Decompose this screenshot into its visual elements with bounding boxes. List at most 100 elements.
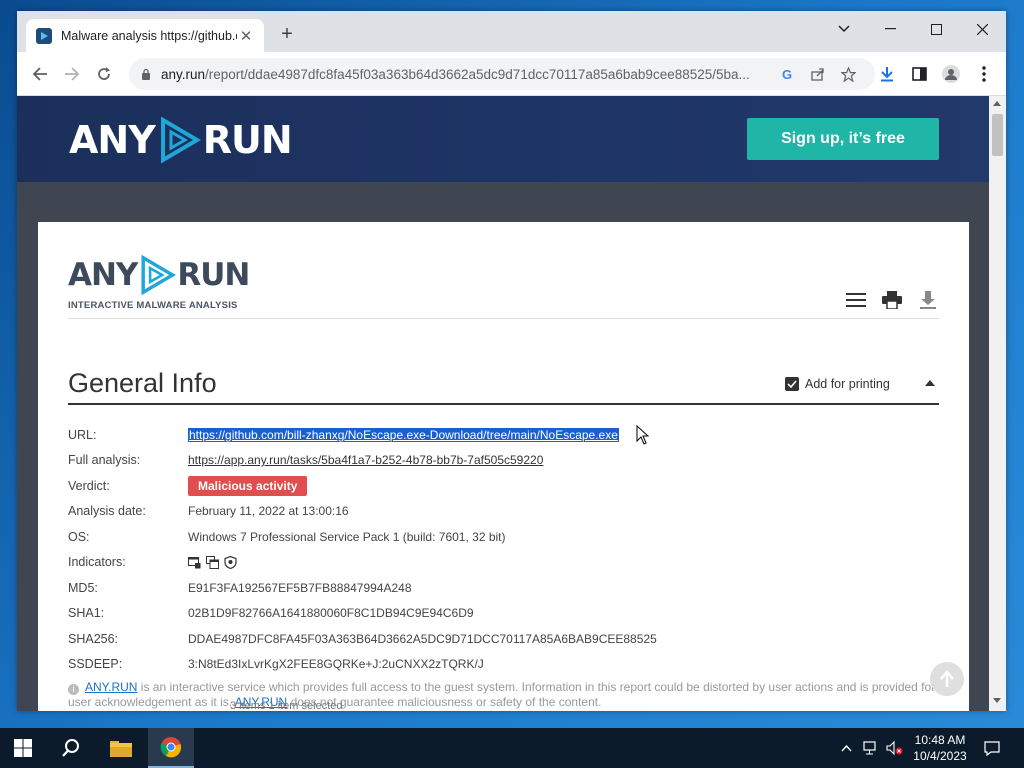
download-report-icon[interactable] (917, 290, 939, 310)
forward-button[interactable] (59, 61, 85, 87)
bookmark-star-icon[interactable] (839, 65, 857, 83)
network-icon[interactable] (860, 728, 882, 768)
site-header: ANY RUN Sign up, it’s free (17, 96, 989, 182)
address-bar[interactable]: any.run/report/ddae4987dfc8fa45f03a363b6… (129, 58, 875, 90)
background-window-status: 3 items 1 item selected (230, 700, 343, 712)
verdict-label: Verdict: (68, 478, 110, 493)
header-divider (68, 318, 939, 319)
tray-overflow-chevron-icon[interactable] (836, 728, 856, 768)
minimize-button[interactable] (868, 15, 912, 43)
download-icon[interactable] (877, 64, 897, 84)
anyrun-favicon-icon (36, 27, 52, 44)
info-row-os: OS: Windows 7 Professional Service Pack … (68, 524, 939, 550)
report-logo-any: ANY (68, 257, 138, 293)
svg-text:G: G (782, 67, 792, 81)
hamburger-menu-icon[interactable] (845, 290, 867, 310)
anyrun-link[interactable]: ANY.RUN (85, 680, 137, 694)
search-button[interactable] (48, 728, 94, 768)
lock-icon (142, 68, 150, 80)
site-logo[interactable]: ANY RUN (69, 116, 293, 164)
md5-label: MD5: (68, 580, 98, 595)
file-explorer-button[interactable] (98, 728, 144, 768)
clock-date: 10/4/2023 (913, 749, 967, 763)
signup-button[interactable]: Sign up, it’s free (747, 118, 939, 160)
taskbar: 10:48 AM 10/4/2023 (0, 728, 1024, 768)
title-bar: Malware analysis https://github.c ✕ + (17, 11, 1006, 52)
reload-button[interactable] (91, 61, 117, 87)
system-clock[interactable]: 10:48 AM 10/4/2023 (905, 732, 975, 764)
collapse-caret-icon[interactable] (925, 380, 935, 386)
scroll-down-arrow-icon[interactable] (993, 698, 1001, 703)
browser-window: Malware analysis https://github.c ✕ + an… (17, 11, 1006, 711)
tab-search-icon[interactable] (822, 15, 866, 43)
ssdeep-value: 3:N8tEd3IxLvrKgX2FEE8GQRKe+J:2uCNXX2zTQR… (188, 657, 484, 672)
checkbox-checked-icon (785, 377, 799, 391)
windows-logo-icon (14, 739, 32, 757)
full-analysis-label: Full analysis: (68, 453, 141, 468)
print-icon[interactable] (881, 290, 903, 310)
url-link[interactable]: https://github.com/bill-zhanxg/NoEscape.… (188, 427, 619, 442)
chrome-icon (160, 737, 182, 758)
url-label: URL: (68, 427, 97, 442)
windows-indicator-icon[interactable] (206, 555, 219, 569)
info-row-date: Analysis date: February 11, 2022 at 13:0… (68, 499, 939, 525)
indicators-label: Indicators: (68, 555, 126, 570)
start-button[interactable] (0, 728, 46, 768)
add-for-printing-label: Add for printing (805, 377, 890, 391)
share-icon[interactable] (809, 65, 827, 83)
report-play-logo-icon (141, 254, 177, 296)
analysis-date-value: February 11, 2022 at 13:00:16 (188, 504, 349, 519)
volume-muted-icon[interactable] (884, 728, 906, 768)
chrome-menu-icon[interactable] (974, 64, 994, 84)
back-button[interactable] (27, 61, 53, 87)
google-lens-icon[interactable]: G (779, 65, 797, 83)
chrome-taskbar-button[interactable] (148, 728, 194, 768)
browser-tab[interactable]: Malware analysis https://github.c ✕ (26, 19, 264, 52)
side-panel-icon[interactable] (909, 64, 929, 84)
ssdeep-label: SSDEEP: (68, 657, 123, 672)
info-row-sha1: SHA1: 02B1D9F82766A1641880060F8C1DB94C9E… (68, 601, 939, 627)
info-row-verdict: Verdict: Malicious activity (68, 473, 939, 499)
close-window-button[interactable] (960, 15, 1004, 43)
folder-icon (110, 741, 132, 757)
vertical-scrollbar[interactable] (989, 96, 1006, 711)
play-logo-icon (160, 116, 201, 164)
info-row-indicators: Indicators: (68, 550, 939, 576)
sha1-label: SHA1: (68, 606, 105, 621)
report-tagline: INTERACTIVE MALWARE ANALYSIS (68, 300, 238, 311)
new-tab-button[interactable]: + (275, 23, 299, 47)
executable-indicator-icon[interactable] (188, 556, 201, 569)
sha256-label: SHA256: (68, 631, 119, 646)
add-for-printing-checkbox[interactable]: Add for printing (785, 377, 890, 391)
tab-title: Malware analysis https://github.c (61, 28, 237, 43)
md5-value: E91F3FA192567EF5B7FB88847994A248 (188, 580, 412, 595)
scroll-to-top-button[interactable] (930, 662, 964, 696)
shield-indicator-icon[interactable] (224, 555, 237, 569)
sha256-value: DDAE4987DFC8FA45F03A363B64D3662A5DC9D71D… (188, 631, 657, 646)
indicators-icons (188, 555, 237, 569)
browser-toolbar: any.run/report/ddae4987dfc8fa45f03a363b6… (17, 52, 1006, 96)
profile-avatar-icon[interactable] (941, 64, 961, 84)
report-actions (845, 290, 939, 310)
disclaimer-notice: i ANY.RUN is an interactive service which… (68, 680, 939, 709)
scroll-up-arrow-icon[interactable] (993, 101, 1001, 106)
section-rule (68, 403, 939, 405)
verdict-badge: Malicious activity (188, 475, 308, 496)
scrollbar-thumb[interactable] (992, 114, 1003, 156)
tab-close-icon[interactable]: ✕ (238, 27, 254, 45)
notifications-icon[interactable] (980, 728, 1004, 768)
full-analysis-link[interactable]: https://app.any.run/tasks/5ba4f1a7-b252-… (188, 453, 543, 467)
mouse-cursor-icon (636, 425, 650, 445)
logo-text-any: ANY (69, 118, 156, 162)
info-icon: i (68, 684, 79, 695)
general-info-table: URL: https://github.com/bill-zhanxg/NoEs… (68, 422, 939, 677)
info-row-sha256: SHA256: DDAE4987DFC8FA45F03A363B64D3662A… (68, 626, 939, 652)
section-title: General Info (68, 368, 217, 398)
analysis-date-label: Analysis date: (68, 504, 146, 519)
url-text: any.run/report/ddae4987dfc8fa45f03a363b6… (161, 66, 750, 82)
maximize-button[interactable] (914, 15, 958, 43)
clock-time: 10:48 AM (914, 733, 966, 747)
report-logo: ANY RUN INTERACTIVE MALWARE ANALYSIS (68, 254, 250, 311)
report-logo-run: RUN (177, 257, 250, 293)
logo-text-run: RUN (202, 118, 293, 162)
